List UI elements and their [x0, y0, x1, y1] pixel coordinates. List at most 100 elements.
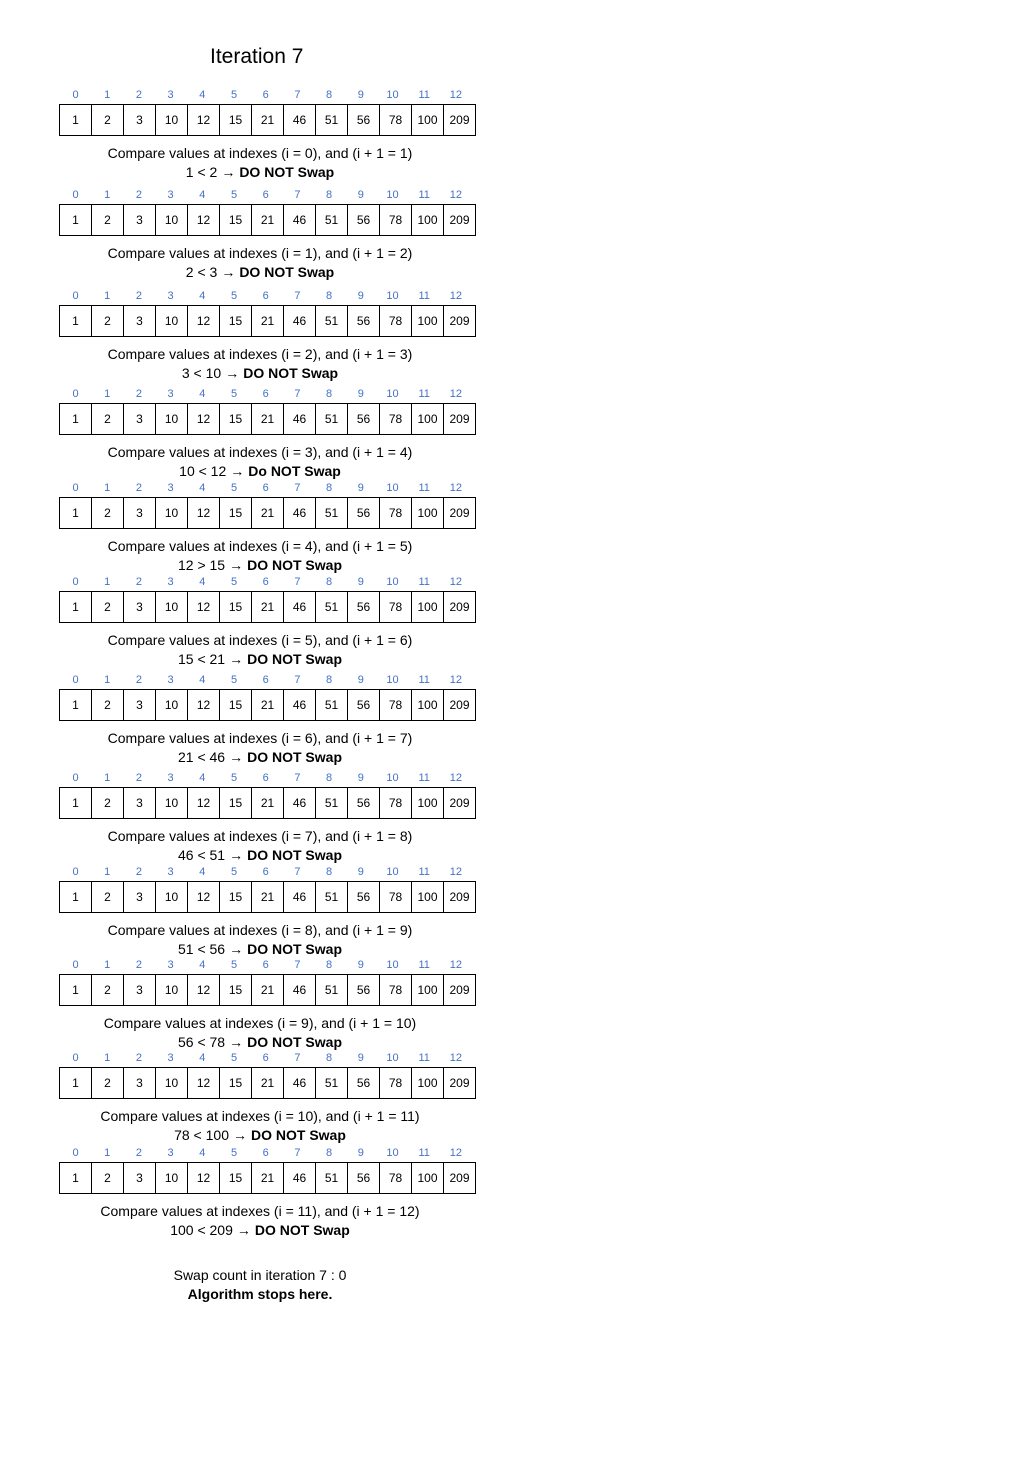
index-label: 9: [357, 1147, 364, 1159]
index-label: 10: [386, 189, 399, 201]
index-label: 1: [104, 674, 111, 686]
array-cell: 51: [316, 306, 348, 336]
comparison-step: 0 1 2 3 4 5 6 7 8 9 10 11 12 1 2 3 10 12 15 21 46 51 56 78 100 20…: [0, 772, 520, 870]
array-cell: 21: [252, 1068, 284, 1098]
index-label: 10: [386, 482, 399, 494]
result-text: Do NOT Swap: [248, 463, 341, 479]
relation-text: 100 < 209: [170, 1222, 233, 1238]
array-cell: 56: [348, 882, 380, 912]
summary-block: Swap count in iteration 7 : 0 Algorithm …: [0, 1266, 520, 1304]
result-text: DO NOT Swap: [239, 264, 335, 280]
index-label: 8: [326, 89, 333, 101]
array-cell: 209: [449, 113, 470, 127]
array-cell: 100: [412, 105, 444, 135]
index-label: 6: [262, 674, 269, 686]
index-label: 1: [104, 866, 111, 878]
array-boxes: 1 2 3 10 12 15 21 46 51 56 78 100 209: [59, 305, 476, 337]
index-label: 8: [326, 388, 333, 400]
array-cell: 51: [316, 882, 348, 912]
array-cell: 10: [156, 205, 188, 235]
decision-caption: 21 < 46 → DO NOT Swap: [0, 748, 520, 766]
index-label: 0: [72, 482, 79, 494]
index-label: 12: [449, 1052, 463, 1064]
array-cell: 209: [449, 412, 470, 426]
relation-text: 21 < 46: [177, 749, 226, 765]
array-cell: 2: [92, 205, 124, 235]
index-label: 9: [357, 959, 364, 971]
index-label: 7: [294, 959, 301, 971]
index-label: 10: [386, 576, 399, 588]
array-cell: 100: [412, 690, 444, 720]
array-cell: 46: [284, 1163, 316, 1193]
array-cell: 12: [188, 306, 220, 336]
array-cell: 1: [60, 975, 92, 1005]
array-cell: 209: [449, 1076, 470, 1090]
index-label: 4: [199, 189, 206, 201]
array-cell: 10: [156, 498, 188, 528]
array-cell: 56: [348, 306, 380, 336]
array-cell: 100: [412, 1068, 444, 1098]
index-label: 6: [262, 189, 269, 201]
array-cell: 3: [124, 306, 156, 336]
index-label: 8: [326, 772, 333, 784]
array-cell: 2: [92, 1163, 124, 1193]
index-label: 12: [449, 189, 463, 201]
array-boxes: 1 2 3 10 12 15 21 46 51 56 78 100 209: [59, 1162, 476, 1194]
index-label: 0: [72, 89, 79, 101]
array-cell: 1: [60, 404, 92, 434]
array-cell: 100: [412, 404, 444, 434]
index-label: 5: [230, 388, 238, 400]
index-label: 12: [449, 482, 463, 494]
array-cell: 78: [380, 306, 412, 336]
index-label: 4: [199, 89, 206, 101]
index-label: 4: [199, 1147, 206, 1159]
array-cell: 78: [380, 690, 412, 720]
array-cell: 2: [92, 690, 124, 720]
array-cell: 21: [252, 592, 284, 622]
index-label: 0: [72, 388, 79, 400]
array-cell: 21: [252, 788, 284, 818]
index-label: 3: [167, 674, 174, 686]
index-label: 10: [386, 959, 399, 971]
relation-text: 1 < 2: [185, 164, 218, 180]
index-label: 2: [135, 388, 142, 400]
index-label: 3: [167, 482, 174, 494]
array-cell: 51: [316, 1068, 348, 1098]
index-label: 4: [199, 1052, 206, 1064]
index-label: 10: [386, 1052, 399, 1064]
array-cell: 78: [380, 1068, 412, 1098]
array-cell: 2: [92, 404, 124, 434]
compare-caption: Compare values at indexes (i = 5), and (…: [107, 632, 413, 648]
index-label: 5: [230, 772, 238, 784]
index-label: 8: [326, 482, 333, 494]
array-cell: 12: [188, 105, 220, 135]
array-cell: 10: [156, 105, 188, 135]
array-cell: 209: [449, 600, 470, 614]
index-label: 1: [104, 189, 111, 201]
array-cell: 56: [348, 690, 380, 720]
array-cell: 21: [252, 105, 284, 135]
index-label: 8: [326, 959, 333, 971]
right-arrow-icon: →: [229, 1034, 244, 1050]
index-label: 4: [199, 482, 206, 494]
index-label: 4: [199, 959, 206, 971]
index-label: 11: [418, 1147, 430, 1159]
index-label: 1: [104, 89, 111, 101]
array-cell: 46: [284, 592, 316, 622]
array-cell: 78: [380, 1163, 412, 1193]
array-boxes: 1 2 3 10 12 15 21 46 51 56 78 100 209: [59, 1067, 476, 1099]
array-boxes: 1 2 3 10 12 15 21 46 51 56 78 100 209: [59, 689, 476, 721]
right-arrow-icon: →: [229, 557, 244, 573]
array-cell: 209: [449, 698, 470, 712]
array-cell: 15: [220, 205, 252, 235]
array-cell: 12: [188, 592, 220, 622]
array-cell: 209: [449, 983, 470, 997]
array-cell: 21: [252, 882, 284, 912]
index-label: 4: [199, 388, 206, 400]
index-label: 5: [230, 1052, 238, 1064]
array-cell: 209: [449, 890, 470, 904]
compare-caption: Compare values at indexes (i = 3), and (…: [107, 444, 413, 460]
array-cell: 10: [156, 975, 188, 1005]
index-label: 8: [326, 290, 333, 302]
array-cell: 100: [412, 882, 444, 912]
